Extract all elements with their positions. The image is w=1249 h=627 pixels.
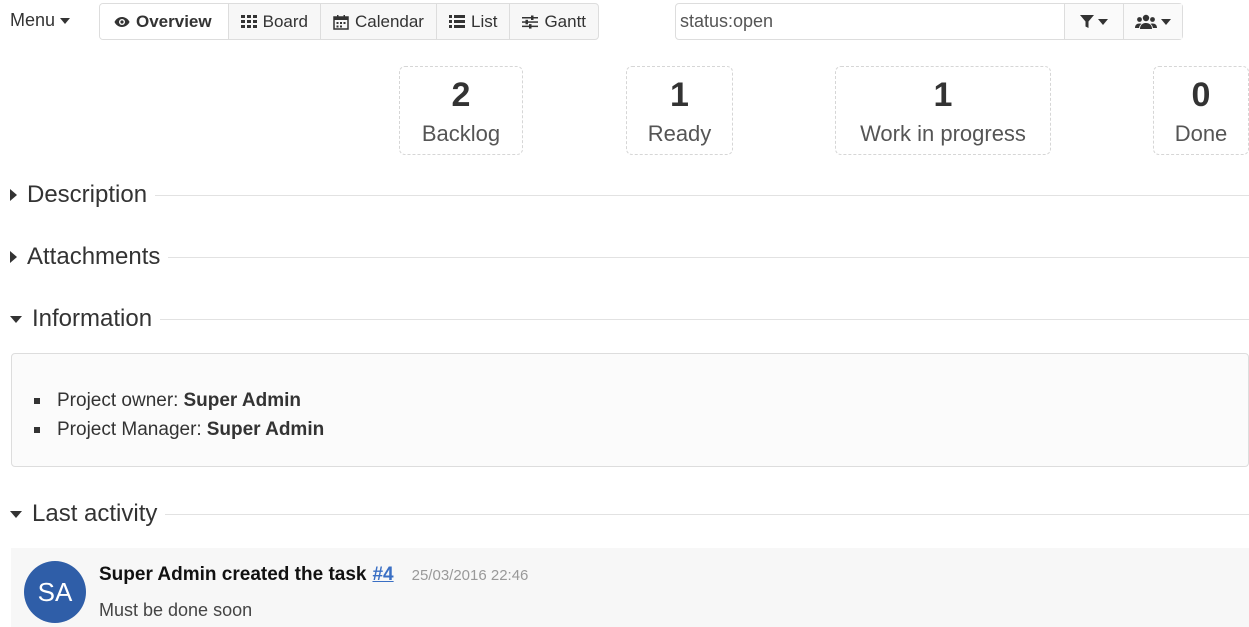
activity-title-text: Super Admin created the task (99, 564, 367, 585)
list-item-project-owner: Project owner: Super Admin (34, 386, 1248, 415)
tab-gantt-label: Gantt (544, 11, 587, 31)
eye-icon (114, 16, 130, 27)
activity-body: Must be done soon (99, 600, 253, 620)
calendar-icon (333, 14, 349, 30)
filter-icon (1080, 14, 1094, 28)
divider (155, 194, 1249, 196)
manager-value: Super Admin (206, 419, 325, 440)
users-icon (1135, 14, 1157, 29)
bullet (34, 426, 40, 433)
view-switcher: Overview Board Calendar List Gantt (99, 3, 600, 40)
section-last-activity[interactable]: Last activity (10, 500, 1249, 528)
stat-backlog: 2 Backlog (399, 66, 523, 155)
owner-label: Project owner: (57, 390, 179, 411)
caret-down-icon (10, 510, 22, 518)
board-grid-icon (240, 14, 257, 28)
activity-date: 25/03/2016 22:46 (411, 567, 529, 584)
avatar: SA (24, 561, 86, 623)
stat-count: 0 (1191, 76, 1211, 114)
owner-value: Super Admin (183, 390, 301, 411)
section-attachments[interactable]: Attachments (10, 243, 1249, 271)
stat-done: 0 Done (1153, 66, 1249, 155)
bullet (34, 397, 40, 404)
information-list: Project owner: Super Admin Project Manag… (34, 386, 1248, 444)
tab-board-label: Board (262, 11, 308, 31)
section-title: Attachments (27, 243, 161, 270)
tab-gantt[interactable]: Gantt (509, 4, 598, 39)
sliders-icon (522, 15, 539, 29)
chevron-down-icon (60, 17, 71, 24)
filter-dropdown-button[interactable] (1064, 4, 1123, 39)
tab-list[interactable]: List (435, 4, 509, 39)
manager-label: Project Manager: (57, 419, 202, 440)
tab-overview[interactable]: Overview (100, 4, 228, 39)
chevron-down-icon (1161, 18, 1171, 25)
stat-label: Backlog (421, 121, 501, 146)
search-input[interactable] (676, 4, 1064, 39)
tab-list-label: List (470, 11, 498, 31)
users-dropdown-button[interactable] (1123, 4, 1182, 39)
stat-label: Ready (647, 121, 712, 146)
divider (165, 513, 1249, 515)
search-bar (675, 3, 1183, 40)
section-description[interactable]: Description (10, 181, 1249, 209)
task-link[interactable]: #4 (372, 564, 393, 586)
tab-calendar-label: Calendar (354, 11, 424, 31)
menu-label: Menu (10, 10, 56, 30)
activity-title: Super Admin created the task #4 25/03/20… (99, 564, 528, 586)
information-panel: Project owner: Super Admin Project Manag… (11, 353, 1249, 467)
section-title: Information (32, 305, 153, 332)
section-title: Last activity (32, 500, 158, 527)
list-item-project-manager: Project Manager: Super Admin (34, 415, 1248, 444)
tab-calendar[interactable]: Calendar (319, 4, 436, 39)
section-title: Description (27, 181, 148, 208)
caret-right-icon (10, 251, 17, 263)
stat-work-in-progress: 1 Work in progress (835, 66, 1051, 155)
chevron-down-icon (1098, 18, 1108, 25)
divider (160, 318, 1249, 320)
stat-count: 1 (670, 76, 689, 114)
stat-label: Work in progress (860, 121, 1026, 146)
tab-overview-label: Overview (136, 11, 212, 31)
stat-count: 1 (933, 76, 953, 114)
divider (168, 256, 1249, 258)
menu-dropdown[interactable]: Menu (10, 10, 71, 31)
caret-down-icon (10, 315, 22, 323)
list-icon (448, 15, 465, 28)
stat-ready: 1 Ready (626, 66, 733, 155)
stat-label: Done (1174, 121, 1228, 146)
section-information[interactable]: Information (10, 305, 1249, 333)
stat-count: 2 (451, 76, 471, 114)
activity-item: SA Super Admin created the task #4 25/03… (11, 548, 1249, 627)
tab-board[interactable]: Board (227, 4, 320, 39)
caret-right-icon (10, 189, 17, 201)
